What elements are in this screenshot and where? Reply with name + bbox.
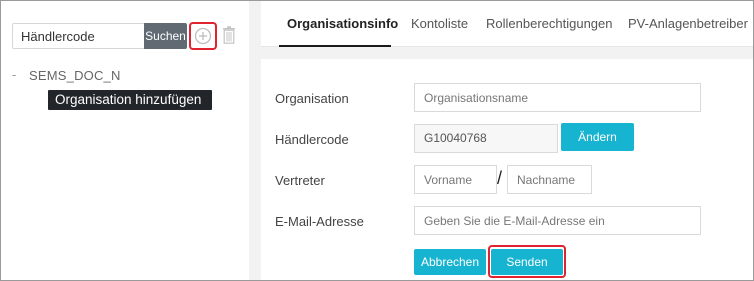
tab-rollenberechtigungen[interactable]: Rollenberechtigungen (486, 16, 612, 31)
cancel-button[interactable]: Abbrechen (414, 249, 486, 275)
tree-root-node[interactable]: SEMS_DOC_N (29, 68, 121, 83)
plus-circle-icon (194, 27, 212, 45)
tab-kontoliste[interactable]: Kontoliste (411, 16, 468, 31)
organisation-label: Organisation (275, 91, 349, 106)
content-spacer (261, 47, 753, 59)
send-button[interactable]: Senden (491, 249, 563, 275)
tab-pv-anlagenbetreiber[interactable]: PV-Anlagenbetreiber (628, 16, 748, 31)
tree-collapse-toggle[interactable]: - (12, 67, 16, 82)
last-name-input[interactable] (507, 165, 592, 194)
representative-label: Vertreter (275, 173, 325, 188)
email-input[interactable] (414, 206, 701, 235)
dealer-code-field: G10040768 (414, 124, 558, 153)
tab-bar: Organisationsinfo Kontoliste Rollenberec… (261, 1, 753, 47)
email-label: E-Mail-Adresse (275, 214, 364, 229)
left-panel: Suchen - SEMS_DOC_N Organisation hinzufü… (1, 1, 249, 280)
search-button[interactable]: Suchen (144, 23, 187, 49)
add-organisation-button[interactable] (189, 22, 217, 50)
name-separator: / (497, 168, 503, 188)
dealer-code-search-input[interactable] (12, 23, 145, 49)
trash-icon[interactable] (222, 26, 236, 44)
panel-divider (249, 1, 261, 280)
first-name-input[interactable] (414, 165, 497, 194)
tab-organisationsinfo[interactable]: Organisationsinfo (287, 16, 398, 31)
organisation-form: Organisation Händlercode G10040768 Änder… (261, 59, 753, 280)
dealer-code-label: Händlercode (275, 132, 349, 147)
change-dealer-code-button[interactable]: Ändern (561, 123, 634, 151)
add-organisation-tooltip: Organisation hinzufügen (48, 90, 212, 110)
organisation-name-input[interactable] (414, 83, 701, 112)
